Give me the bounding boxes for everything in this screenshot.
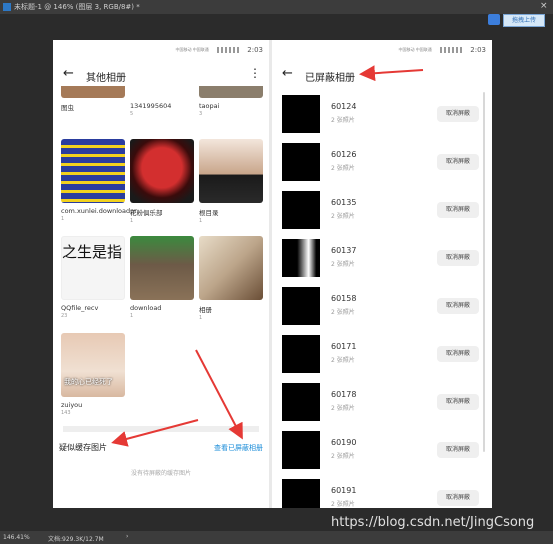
arrow-to-cache-label (111, 419, 199, 447)
screenshot-canvas: 中国移动 中国联通 2:03 ← 其他相册 ⋮ 图虫 1341995604 5 … (53, 40, 492, 508)
arrow-to-blocked-link (195, 349, 243, 440)
annotation-arrows (111, 65, 424, 447)
expand-caret-icon[interactable]: › (126, 533, 128, 540)
status-footer: 146.41% 文档:929.3K/12.7M › (0, 531, 553, 544)
watermark: https://blog.csdn.net/JingCsong (331, 515, 535, 530)
window-titlebar: 未标题-1 @ 146% (图层 3, RGB/8#) * × (0, 0, 553, 14)
photoshop-icon (3, 3, 11, 11)
close-icon[interactable]: × (540, 1, 548, 11)
zoom-level[interactable]: 146.41% (3, 534, 30, 541)
baidu-cloud-icon[interactable] (488, 14, 500, 25)
doc-size: 文档:929.3K/12.7M (48, 536, 104, 543)
window-title: 未标题-1 @ 146% (图层 3, RGB/8#) * (14, 3, 140, 11)
arrow-to-blocked-title (359, 65, 424, 82)
upload-button[interactable]: 拖拽上传 (503, 14, 545, 27)
